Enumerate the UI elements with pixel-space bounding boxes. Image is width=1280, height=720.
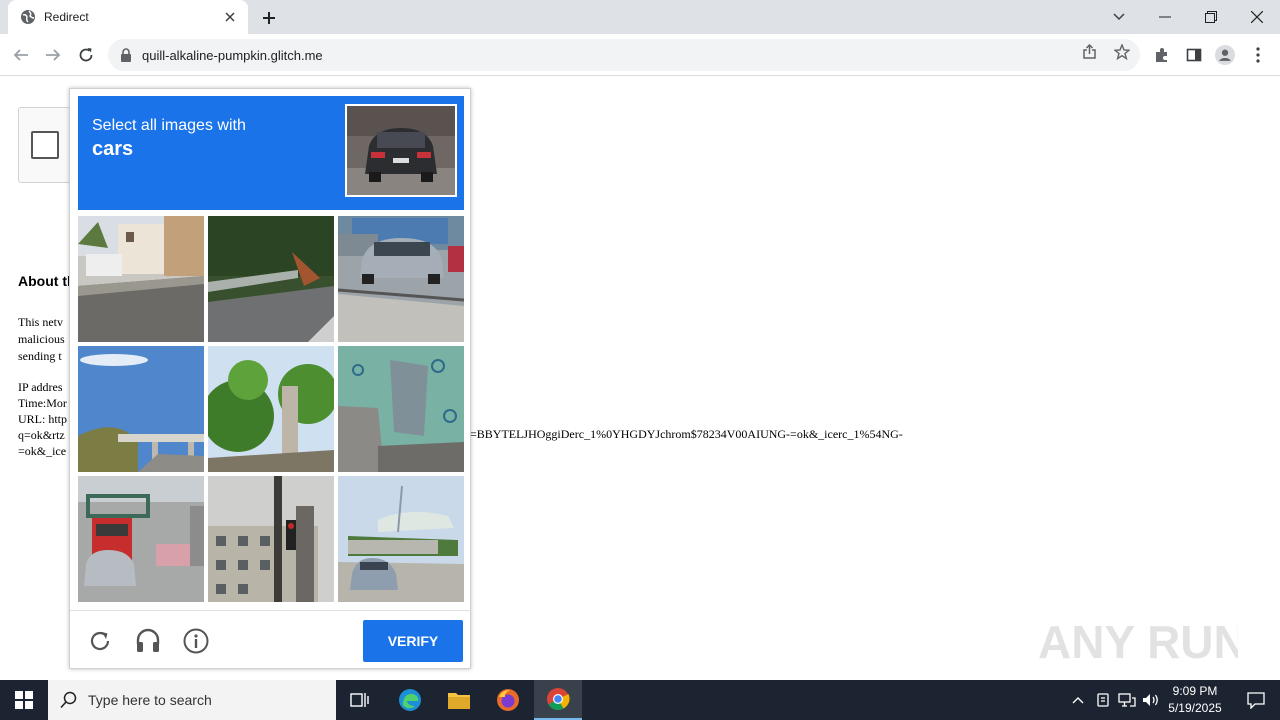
browser-toolbar: quill-alkaline-pumpkin.glitch.me xyxy=(0,34,1280,76)
reload-button[interactable] xyxy=(73,42,99,68)
tile-road-guardrail[interactable] xyxy=(208,216,334,342)
file-explorer-icon[interactable] xyxy=(435,680,483,720)
captcha-image-grid xyxy=(78,216,464,602)
not-robot-checkbox[interactable] xyxy=(31,131,59,159)
tile-street-cars[interactable] xyxy=(338,216,464,342)
profile-avatar[interactable] xyxy=(1215,45,1235,65)
chrome-icon[interactable] xyxy=(534,680,582,720)
refresh-icon[interactable] xyxy=(86,627,114,655)
info-icon[interactable] xyxy=(182,627,210,655)
globe-icon xyxy=(21,10,35,24)
firefox-icon[interactable] xyxy=(484,680,532,720)
system-clock[interactable]: 9:09 PM 5/19/2025 xyxy=(1160,683,1230,717)
verify-button[interactable]: VERIFY xyxy=(363,620,463,662)
volume-icon[interactable] xyxy=(1140,680,1162,720)
tile-trees-house[interactable] xyxy=(208,346,334,472)
sample-car-image xyxy=(345,104,457,197)
minimize-button[interactable] xyxy=(1142,0,1188,34)
watermark-text: ANY RUN xyxy=(1038,616,1238,668)
tab-title: Redirect xyxy=(44,10,89,24)
audio-challenge-icon[interactable] xyxy=(134,627,162,655)
notifications-icon[interactable] xyxy=(1232,680,1280,720)
search-placeholder: Type here to search xyxy=(88,692,212,708)
new-tab-button[interactable] xyxy=(258,7,280,29)
edge-icon[interactable] xyxy=(386,680,434,720)
captcha-target: cars xyxy=(92,138,134,160)
tile-mural-wall[interactable] xyxy=(338,346,464,472)
address-bar[interactable]: quill-alkaline-pumpkin.glitch.me xyxy=(108,39,1140,71)
close-window-button[interactable] xyxy=(1234,0,1280,34)
clock-time: 9:09 PM xyxy=(1172,684,1218,698)
tile-houses-wall[interactable] xyxy=(78,216,204,342)
forward-button[interactable] xyxy=(40,42,66,68)
bookmark-star-icon[interactable] xyxy=(1112,42,1132,62)
clock-date: 5/19/2025 xyxy=(1168,701,1222,715)
url-query-tail: =BBYTELJHOggiDerc_1%0YHGDYJchrom$78234V0… xyxy=(470,427,903,441)
taskbar-search[interactable]: Type here to search xyxy=(48,680,336,720)
search-icon xyxy=(60,691,77,709)
tile-bridge-bus-cars[interactable] xyxy=(78,476,204,602)
restore-button[interactable] xyxy=(1188,0,1234,34)
extensions-icon[interactable] xyxy=(1152,45,1172,65)
tile-roundabout-car[interactable] xyxy=(338,476,464,602)
captcha-header: Select all images with cars xyxy=(78,96,464,210)
anyrun-watermark: ANY RUN xyxy=(1038,608,1247,672)
tab-search-icon[interactable] xyxy=(1096,0,1142,34)
tile-sky-bridge[interactable] xyxy=(78,346,204,472)
tray-overflow-icon[interactable] xyxy=(1068,680,1088,720)
task-view-icon[interactable] xyxy=(336,680,384,720)
start-button[interactable] xyxy=(0,680,48,720)
tab-redirect[interactable]: Redirect xyxy=(8,0,248,34)
windows-logo-icon xyxy=(15,691,33,709)
taskbar: Type here to search 9:09 PM 5/19/2025 xyxy=(0,680,1280,720)
tile-building-traffic-light[interactable] xyxy=(208,476,334,602)
network-device-icon[interactable] xyxy=(1092,680,1114,720)
captcha-footer: VERIFY xyxy=(70,610,472,670)
lock-icon xyxy=(121,48,131,62)
about-heading: About th xyxy=(18,273,76,289)
menu-kebab-icon[interactable] xyxy=(1248,45,1268,65)
captcha-challenge: Select all images with cars VERIFY xyxy=(69,88,472,670)
tab-strip: Redirect xyxy=(0,0,1280,34)
close-tab-icon[interactable] xyxy=(222,9,238,25)
back-button[interactable] xyxy=(8,42,34,68)
network-icon[interactable] xyxy=(1116,680,1138,720)
url-text: quill-alkaline-pumpkin.glitch.me xyxy=(142,47,323,63)
captcha-instruction: Select all images with xyxy=(92,117,246,134)
side-panel-icon[interactable] xyxy=(1184,45,1204,65)
share-icon[interactable] xyxy=(1080,42,1100,62)
